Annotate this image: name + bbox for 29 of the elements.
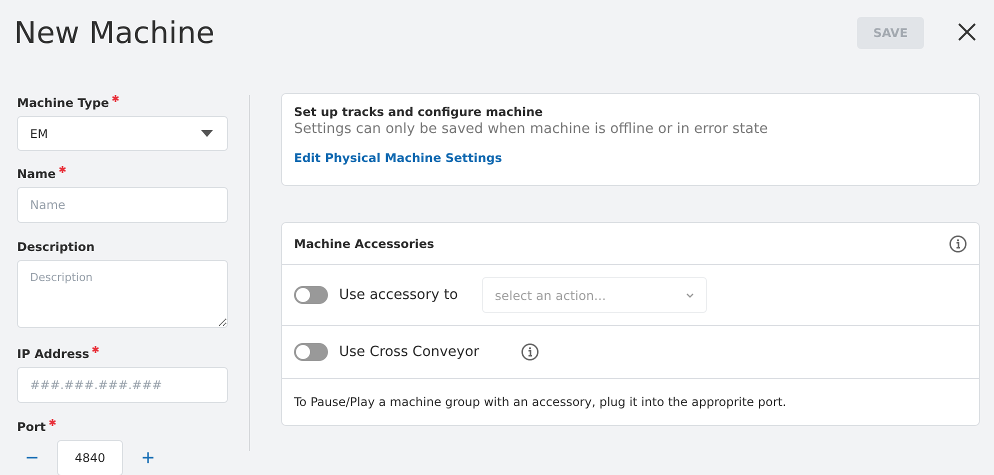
- close-button[interactable]: [958, 23, 978, 43]
- info-icon: [949, 234, 967, 252]
- card-subtitle: Settings can only be saved when machine is offline or in error state: [294, 121, 769, 137]
- card-title: Machine Accessories: [294, 236, 436, 250]
- card-title: Set up tracks and configure machine: [294, 105, 544, 119]
- toggle-switch[interactable]: [294, 343, 328, 361]
- caret-icon: [201, 130, 213, 137]
- input-field[interactable]: ###.###.###.###: [17, 367, 228, 403]
- description-field[interactable]: Description: [17, 260, 228, 328]
- port-field[interactable]: 4840: [57, 440, 123, 475]
- close-icon: [958, 23, 976, 41]
- note-text: To Pause/Play a machine group with an accessory, plug it into the approprite port.: [294, 395, 786, 409]
- increment-button[interactable]: +: [133, 445, 163, 471]
- chevron-icon: [686, 292, 694, 298]
- action-select[interactable]: select an action...: [482, 277, 707, 313]
- field-label: IP Address: [17, 347, 90, 361]
- input-field[interactable]: Name: [17, 187, 228, 223]
- settings-link[interactable]: Edit Physical Machine Settings: [294, 151, 502, 165]
- toggle-label: Use Cross Conveyor: [339, 344, 480, 360]
- decrement-button[interactable]: −: [17, 445, 47, 471]
- machine-type-select[interactable]: EM: [17, 116, 228, 151]
- field-label: Name: [17, 167, 56, 181]
- info-icon: [521, 343, 540, 361]
- toggle-switch[interactable]: [294, 286, 328, 304]
- toggle-label: Use accessory to: [339, 287, 458, 303]
- field-label: Port: [17, 420, 46, 434]
- field-label: Description: [17, 240, 95, 254]
- field-label: Machine Type: [17, 96, 109, 110]
- page-title: New Machine: [14, 16, 216, 50]
